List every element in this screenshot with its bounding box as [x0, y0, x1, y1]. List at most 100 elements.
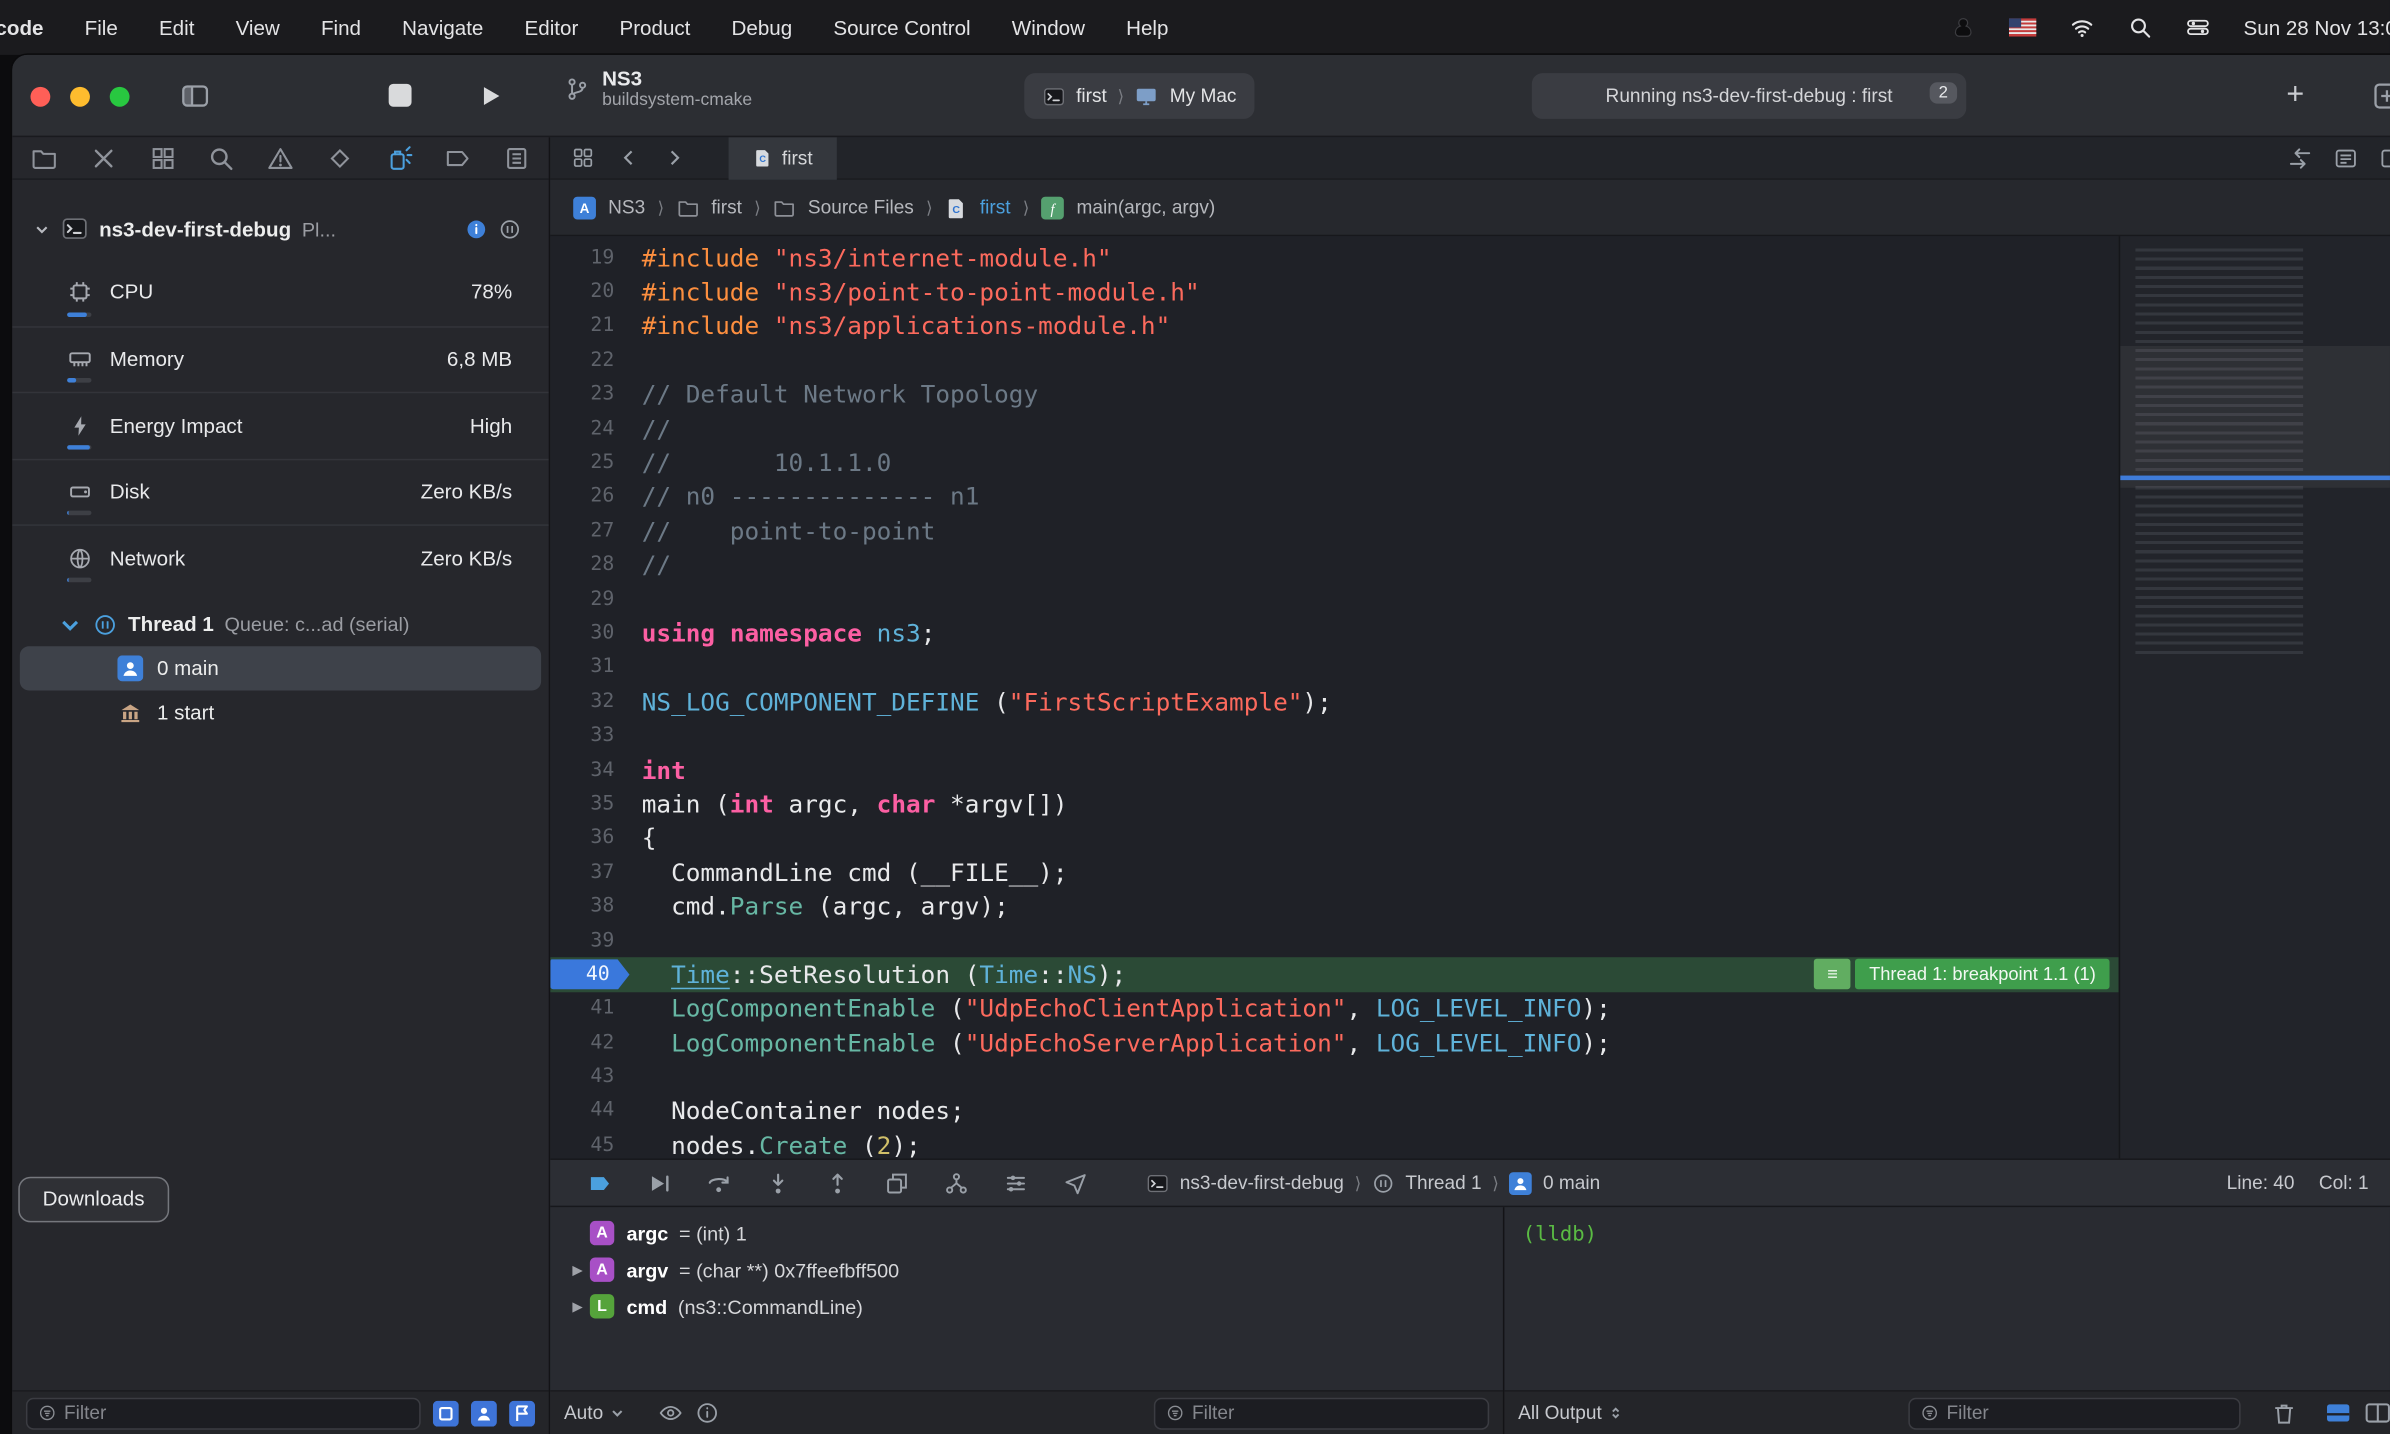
chevron-down-icon[interactable] — [58, 612, 82, 636]
chevron-down-icon[interactable] — [34, 220, 51, 237]
code-line-39[interactable]: 39 — [550, 923, 2118, 957]
show-console-pane-icon[interactable] — [2364, 1399, 2390, 1426]
debug-navigator-tab[interactable] — [385, 144, 412, 171]
variable-row-argc[interactable]: Aargc= (int) 1 — [550, 1215, 1503, 1252]
debug-path-0[interactable]: ns3-dev-first-debug — [1180, 1172, 1344, 1193]
code-line-22[interactable]: 22 — [550, 343, 2118, 377]
library-icon[interactable] — [2372, 81, 2390, 111]
disclosure-triangle-icon[interactable]: ▶ — [565, 1298, 589, 1315]
line-number[interactable]: 39 — [550, 929, 629, 952]
step-out-button[interactable] — [825, 1170, 851, 1196]
gauge-row-memory[interactable]: Memory6,8 MB — [12, 325, 549, 391]
print-description-icon[interactable] — [695, 1401, 719, 1425]
menu-item-editor[interactable]: Editor — [525, 16, 579, 39]
breadcrumb-0[interactable]: NS3 — [608, 197, 645, 218]
line-number[interactable]: 31 — [550, 656, 629, 679]
line-number[interactable]: 34 — [550, 758, 629, 781]
code-line-40[interactable]: 40 Time::SetResolution (Time::NS);≡Threa… — [550, 958, 2118, 992]
pause-gauge-icon[interactable] — [498, 217, 521, 240]
disclosure-triangle-icon[interactable]: ▶ — [565, 1261, 589, 1278]
menu-item-find[interactable]: Find — [321, 16, 361, 39]
simulate-location-button[interactable] — [1062, 1170, 1088, 1196]
code-line-20[interactable]: 20#include "ns3/point-to-point-module.h" — [550, 275, 2118, 309]
add-editor-split-icon[interactable] — [2379, 146, 2390, 170]
menu-item-source-control[interactable]: Source Control — [833, 16, 970, 39]
gauge-row-network[interactable]: NetworkZero KB/s — [12, 524, 549, 590]
symbol-navigator-tab[interactable] — [149, 144, 176, 171]
filter-crashed-blocks-button[interactable] — [433, 1400, 459, 1426]
line-number[interactable]: 43 — [550, 1066, 629, 1089]
breakpoint-annotation[interactable]: ≡Thread 1: breakpoint 1.1 (1) — [1814, 959, 2109, 989]
continue-button[interactable] — [646, 1170, 672, 1196]
code-line-23[interactable]: 23// Default Network Topology — [550, 377, 2118, 411]
run-button[interactable] — [477, 82, 504, 109]
gauge-row-disk[interactable]: DiskZero KB/s — [12, 458, 549, 524]
code-line-27[interactable]: 27// point-to-point — [550, 514, 2118, 548]
menu-item-view[interactable]: View — [236, 16, 280, 39]
line-number[interactable]: 19 — [550, 246, 629, 269]
issue-count-badge[interactable]: 2 — [1929, 82, 1957, 103]
line-number[interactable]: 25 — [550, 451, 629, 474]
code-line-31[interactable]: 31 — [550, 650, 2118, 684]
line-number[interactable]: 29 — [550, 588, 629, 611]
minimap[interactable] — [2119, 236, 2390, 1158]
process-row[interactable]: ns3-dev-first-debug Pl... — [12, 207, 549, 250]
code-line-35[interactable]: 35main (int argc, char *argv[]) — [550, 787, 2118, 821]
line-number[interactable]: 44 — [550, 1100, 629, 1123]
toggle-navigator-icon[interactable] — [180, 81, 210, 111]
clear-console-icon[interactable] — [2271, 1400, 2297, 1426]
line-number[interactable]: 33 — [550, 724, 629, 747]
code-line-33[interactable]: 33 — [550, 719, 2118, 753]
line-number[interactable]: 42 — [550, 1031, 629, 1054]
go-back-icon[interactable] — [617, 146, 640, 169]
line-number[interactable]: 32 — [550, 690, 629, 713]
code-line-37[interactable]: 37 CommandLine cmd (__FILE__); — [550, 855, 2118, 889]
stack-frame-1-start[interactable]: 1 start — [20, 690, 541, 734]
debug-path-1[interactable]: Thread 1 — [1405, 1172, 1481, 1193]
find-navigator-tab[interactable] — [208, 144, 235, 171]
control-center-icon[interactable] — [2186, 15, 2210, 39]
search-icon[interactable] — [2128, 15, 2152, 39]
minimize-window-button[interactable] — [70, 87, 90, 107]
menu-item-edit[interactable]: Edit — [159, 16, 194, 39]
tab-first[interactable]: C first — [729, 136, 837, 179]
output-selector[interactable]: All Output — [1518, 1402, 1623, 1423]
go-forward-icon[interactable] — [663, 146, 686, 169]
line-number[interactable]: 30 — [550, 622, 629, 645]
filter-running-blocks-button[interactable] — [471, 1400, 497, 1426]
quicklook-eye-icon[interactable] — [658, 1401, 682, 1425]
menu-item-navigate[interactable]: Navigate — [402, 16, 483, 39]
line-number[interactable]: 23 — [550, 383, 629, 406]
gauge-row-cpu[interactable]: CPU78% — [12, 259, 549, 325]
line-number[interactable]: 45 — [550, 1134, 629, 1157]
close-window-button[interactable] — [30, 87, 50, 107]
breadcrumb-3[interactable]: first — [980, 197, 1011, 218]
code-line-26[interactable]: 26// n0 -------------- n1 — [550, 480, 2118, 514]
scope-selector[interactable]: Auto — [564, 1402, 625, 1423]
source-editor[interactable]: 19#include "ns3/internet-module.h"20#inc… — [550, 236, 2118, 1158]
related-items-icon[interactable] — [572, 146, 595, 169]
menu-item-window[interactable]: Window — [1012, 16, 1085, 39]
environment-overrides-button[interactable] — [1003, 1170, 1029, 1196]
menu-app-name[interactable]: Xcode — [0, 16, 43, 39]
menu-item-debug[interactable]: Debug — [732, 16, 793, 39]
project-status[interactable]: NS3 buildsystem-cmake — [564, 67, 752, 110]
editor-options-icon[interactable] — [2334, 146, 2358, 170]
activity-viewer[interactable]: Running ns3-dev-first-debug : first 2 — [1532, 73, 1966, 119]
variables-filter-input[interactable]: Filter — [1154, 1397, 1489, 1429]
step-into-button[interactable] — [765, 1170, 791, 1196]
code-line-38[interactable]: 38 cmd.Parse (argc, argv); — [550, 889, 2118, 923]
code-line-45[interactable]: 45 nodes.Create (2); — [550, 1128, 2118, 1158]
issue-navigator-tab[interactable] — [267, 144, 294, 171]
line-number[interactable]: 35 — [550, 793, 629, 816]
code-line-21[interactable]: 21#include "ns3/applications-module.h" — [550, 309, 2118, 343]
filter-flagged-button[interactable] — [509, 1400, 535, 1426]
memory-graph-button[interactable] — [943, 1170, 969, 1196]
menu-item-help[interactable]: Help — [1126, 16, 1168, 39]
info-icon[interactable] — [465, 217, 488, 240]
source-control-navigator-tab[interactable] — [90, 144, 117, 171]
menu-item-file[interactable]: File — [85, 16, 118, 39]
variable-row-argv[interactable]: ▶Aargv= (char **) 0x7ffeefbff500 — [550, 1251, 1503, 1288]
step-over-button[interactable] — [706, 1170, 732, 1196]
stack-frame-0-main[interactable]: 0 main — [20, 646, 541, 690]
